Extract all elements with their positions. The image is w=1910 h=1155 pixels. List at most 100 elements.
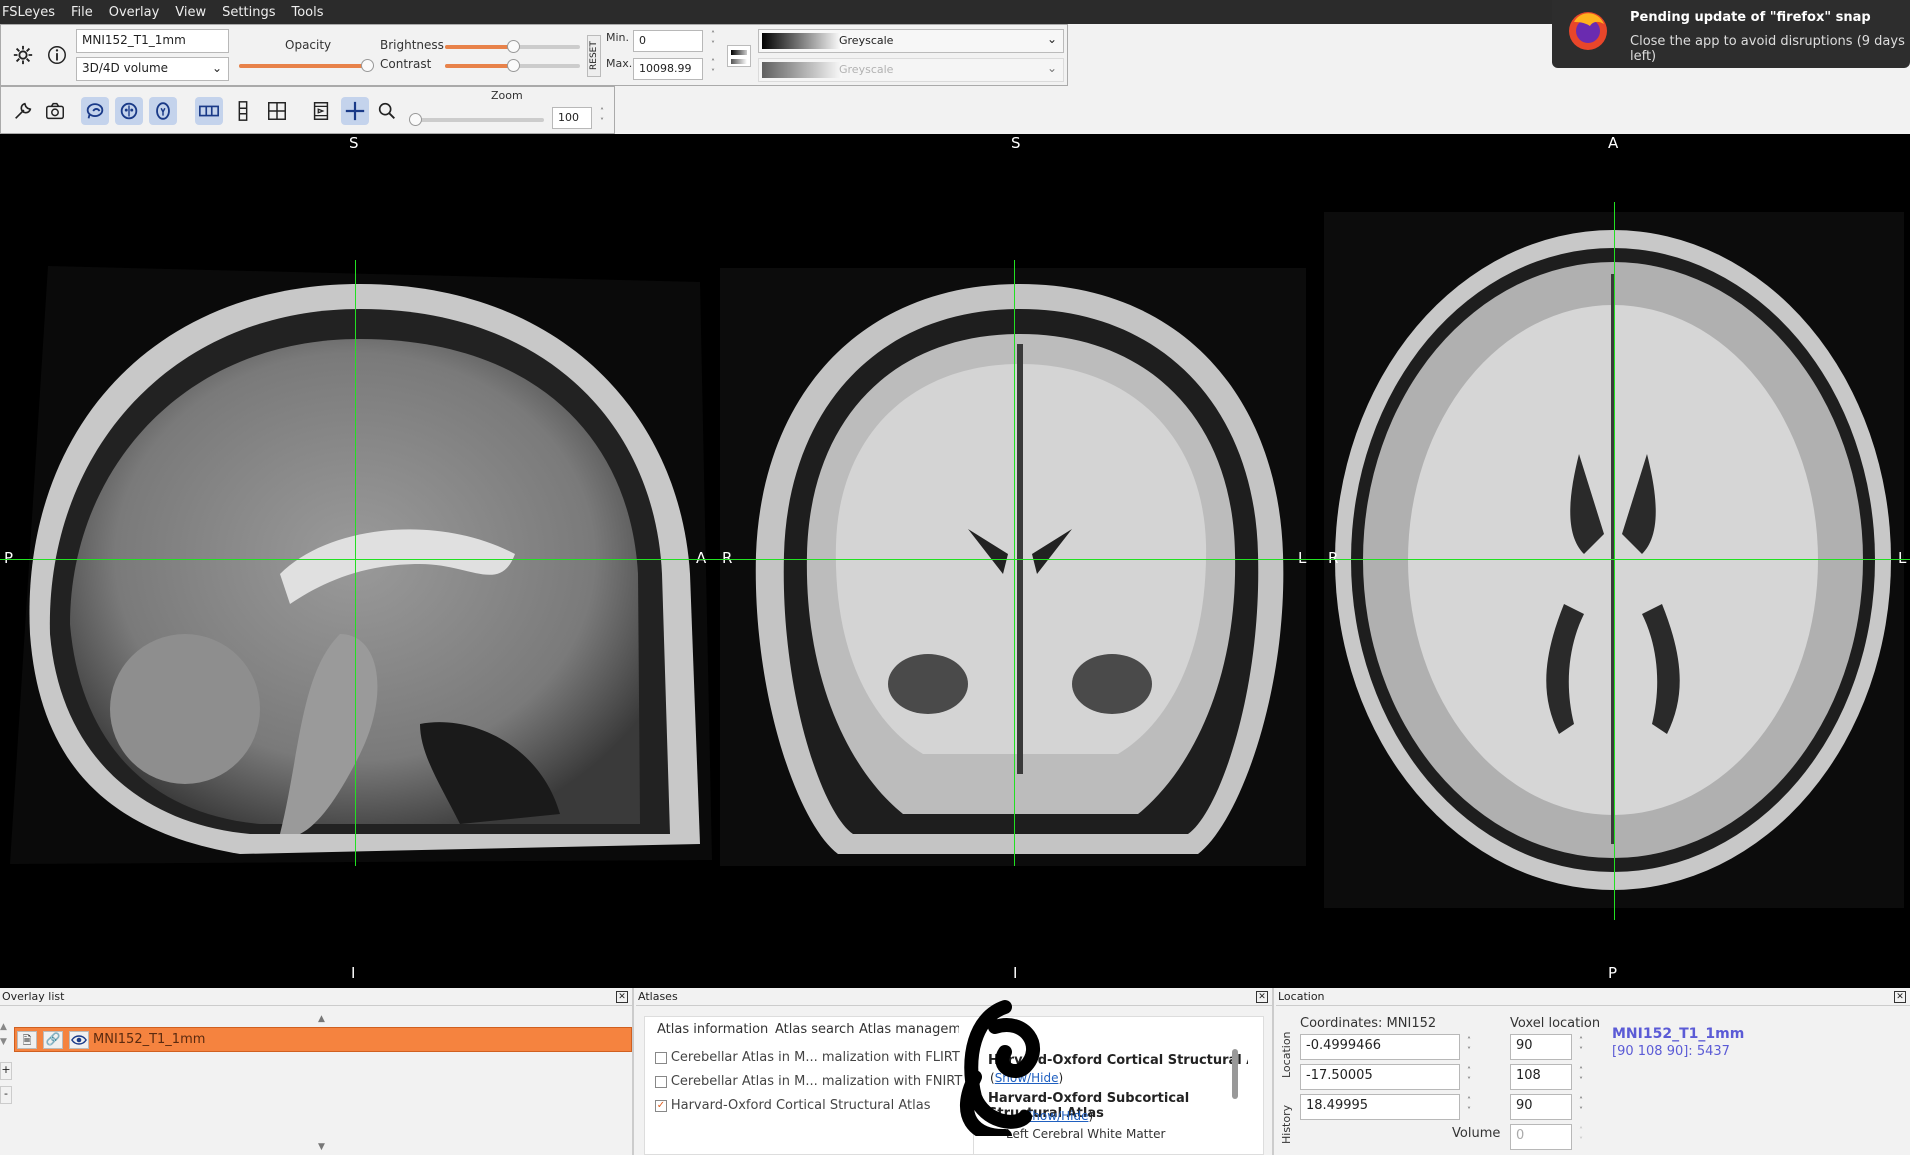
atlas-list-item[interactable]: Cerebellar Atlas in M... malization with…: [655, 1074, 962, 1089]
gear-icon[interactable]: [9, 41, 37, 69]
close-icon[interactable]: ✕: [616, 991, 628, 1003]
voxel-x-spinner[interactable]: ˄ ˅: [1574, 1036, 1588, 1056]
info-icon[interactable]: [43, 41, 71, 69]
close-icon[interactable]: ✕: [1894, 991, 1906, 1003]
atlas-checkbox[interactable]: [655, 1075, 667, 1088]
coord-x-spinner[interactable]: ˄ ˅: [1462, 1036, 1476, 1056]
negative-colormap-value: Greyscale: [839, 63, 894, 76]
notification-title: Pending update of "firefox" snap: [1630, 10, 1871, 25]
crosshair-icon[interactable]: [341, 97, 369, 125]
negative-colormap-select[interactable]: Greyscale ⌄: [758, 58, 1064, 82]
coord-z-field[interactable]: 18.49995: [1300, 1094, 1460, 1120]
min-field[interactable]: 0: [633, 30, 703, 52]
movie-mode-icon[interactable]: [307, 97, 335, 125]
coronal-cursor-vertical: [1014, 260, 1015, 866]
camera-icon[interactable]: [41, 97, 69, 125]
voxel-y-field[interactable]: 108: [1510, 1064, 1572, 1090]
voxel-y-spinner[interactable]: ˄ ˅: [1574, 1066, 1588, 1086]
axial-brain-image: [1324, 212, 1904, 908]
toolbar-background-2: [615, 86, 1075, 134]
voxel-z-spinner[interactable]: ˄ ˅: [1574, 1096, 1588, 1116]
location-side-tabs: Location History: [1280, 1018, 1294, 1153]
min-spinner[interactable]: ˄ ˅: [706, 30, 720, 50]
sagittal-label-left: P: [4, 549, 14, 567]
horizontal-layout-icon[interactable]: [195, 97, 223, 125]
overlay-type-select[interactable]: 3D/4D volume ⌄: [76, 57, 229, 81]
voxel-x-field[interactable]: 90: [1510, 1034, 1572, 1060]
volume-spinner[interactable]: ˄ ˅: [1574, 1126, 1588, 1146]
grid-layout-icon[interactable]: [263, 97, 291, 125]
coord-x-field[interactable]: -0.4999466: [1300, 1034, 1460, 1060]
menu-tools[interactable]: Tools: [283, 5, 331, 20]
zoom-magnifier-icon[interactable]: [373, 97, 401, 125]
atlas-list-item[interactable]: Cerebellar Atlas in M... malization with…: [655, 1050, 960, 1065]
coronal-brain-image: [720, 268, 1306, 866]
contrast-slider[interactable]: [445, 59, 580, 72]
menu-view[interactable]: View: [167, 5, 214, 20]
colormap-select[interactable]: Greyscale ⌄: [758, 29, 1064, 53]
brightness-slider[interactable]: [445, 40, 580, 53]
voxel-location-label: Voxel location: [1510, 1016, 1601, 1031]
colorbar-toggle-icon[interactable]: [727, 45, 751, 67]
coronal-canvas[interactable]: S I R L: [718, 134, 1324, 988]
snap-update-notification[interactable]: Pending update of "firefox" snap Close t…: [1552, 0, 1910, 68]
coord-y-spinner[interactable]: ˄ ˅: [1462, 1066, 1476, 1086]
sagittal-canvas[interactable]: S I P A: [0, 134, 718, 988]
close-icon[interactable]: ✕: [1256, 991, 1268, 1003]
axial-canvas[interactable]: A P R L: [1324, 134, 1910, 988]
overlay-name-field[interactable]: MNI152_T1_1mm: [76, 29, 229, 53]
axial-cursor-vertical: [1614, 202, 1615, 920]
atlas-checkbox-checked[interactable]: ✓: [655, 1099, 667, 1112]
coronal-toggle-icon[interactable]: [115, 97, 143, 125]
menu-file[interactable]: File: [63, 5, 101, 20]
add-overlay-button[interactable]: +: [0, 1062, 12, 1080]
colormap-value: Greyscale: [839, 34, 894, 47]
atlas-list-item[interactable]: ✓ Harvard-Oxford Cortical Structural Atl…: [655, 1098, 930, 1113]
axial-label-left: R: [1328, 549, 1339, 567]
atlas-info-scrollbar[interactable]: [1232, 1049, 1238, 1099]
menu-settings[interactable]: Settings: [214, 5, 283, 20]
tab-location[interactable]: Location: [1280, 1020, 1293, 1078]
coord-y-field[interactable]: -17.50005: [1300, 1064, 1460, 1090]
save-icon[interactable]: 🗎: [17, 1031, 37, 1049]
move-down-icon[interactable]: ▼: [0, 1037, 7, 1047]
atlas-item-label: Cerebellar Atlas in M... malization with…: [670, 1050, 960, 1065]
zoom-field[interactable]: 100: [552, 107, 592, 129]
tab-atlas-search[interactable]: Atlas search: [775, 1022, 854, 1037]
menu-overlay[interactable]: Overlay: [101, 5, 168, 20]
tab-atlas-information[interactable]: Atlas information: [657, 1022, 768, 1037]
axial-toggle-icon[interactable]: [149, 97, 177, 125]
voxel-z-field[interactable]: 90: [1510, 1094, 1572, 1120]
tab-history[interactable]: History: [1280, 1086, 1293, 1144]
coronal-label-right: L: [1298, 549, 1307, 567]
opacity-knob[interactable]: [361, 59, 375, 72]
wrench-icon[interactable]: [9, 97, 37, 125]
volume-field[interactable]: 0: [1510, 1124, 1572, 1150]
vertical-layout-icon[interactable]: [229, 97, 257, 125]
coord-z-spinner[interactable]: ˄ ˅: [1462, 1096, 1476, 1116]
contrast-knob[interactable]: [506, 59, 520, 72]
chevron-down-icon: ⌄: [1046, 61, 1057, 75]
move-up-icon[interactable]: ▲: [0, 1022, 7, 1032]
brightness-knob[interactable]: [506, 40, 520, 53]
overlay-list-title: Overlay list: [0, 988, 632, 1006]
link-icon[interactable]: 🔗: [43, 1031, 63, 1049]
overlay-list-item[interactable]: 🗎 🔗 MNI152_T1_1mm: [14, 1027, 632, 1052]
zoom-knob[interactable]: [409, 113, 422, 126]
max-spinner[interactable]: ˄ ˅: [706, 58, 720, 78]
reset-button[interactable]: RESET: [587, 35, 601, 77]
scroll-up-icon[interactable]: ▲: [318, 1014, 325, 1024]
max-field[interactable]: 10098.99: [633, 58, 703, 80]
min-label: Min.: [606, 31, 630, 44]
visibility-eye-icon[interactable]: [69, 1031, 89, 1049]
zoom-spinner[interactable]: ˄ ˅: [595, 107, 609, 127]
zoom-slider[interactable]: [409, 113, 544, 126]
opacity-slider[interactable]: [239, 59, 375, 72]
remove-overlay-button[interactable]: -: [0, 1086, 12, 1104]
atlas-checkbox[interactable]: [655, 1051, 667, 1064]
sagittal-toggle-icon[interactable]: [81, 97, 109, 125]
atlases-panel: Atlases ✕ Atlas information Atlas search…: [636, 988, 1274, 1155]
overlay-type-value: 3D/4D volume: [82, 61, 169, 75]
scroll-down-icon[interactable]: ▼: [318, 1142, 325, 1152]
menu-fsleyes[interactable]: FSLeyes: [0, 5, 63, 20]
